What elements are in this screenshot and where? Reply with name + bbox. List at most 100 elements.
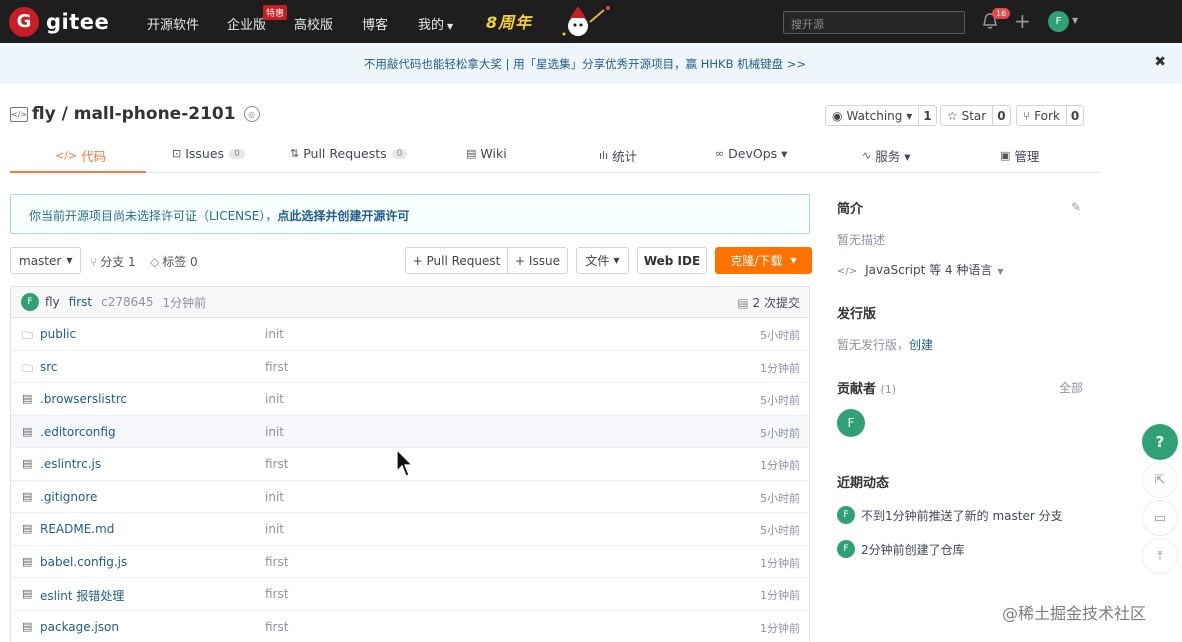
nav-university[interactable]: 高校版: [294, 14, 333, 33]
close-icon[interactable]: ✖: [1154, 54, 1166, 70]
languages-dropdown[interactable]: </> JavaScript 等 4 种语言 ▼: [837, 261, 1004, 278]
new-issue-button[interactable]: + Issue: [507, 247, 568, 274]
tab-code[interactable]: </> 代码: [55, 146, 106, 165]
file-name[interactable]: .browserslistrc: [40, 392, 127, 406]
nav-enterprise[interactable]: 企业版: [227, 14, 266, 33]
tags-count: 标签 0: [162, 255, 198, 269]
releases-row: 暂无发行版，创建: [837, 336, 933, 353]
file-menu-button[interactable]: 文件 ▼: [576, 247, 629, 274]
tab-devops[interactable]: ∞ DevOps ▾: [715, 146, 787, 161]
tab-services[interactable]: ∿ 服务 ▾: [862, 146, 910, 165]
clone-download-button[interactable]: 克隆/下载 ▼: [715, 247, 812, 274]
chart-icon: ılı: [599, 149, 609, 162]
file-commit-msg[interactable]: init: [265, 392, 284, 406]
branches-link[interactable]: ⑂ 分支 1: [90, 253, 136, 270]
file-row[interactable]: ▤ .gitignore init 5小时前: [10, 480, 810, 513]
branch-select[interactable]: master ▼: [10, 247, 82, 274]
commit-author[interactable]: fly: [45, 295, 60, 309]
file-commit-msg[interactable]: init: [265, 490, 284, 504]
edit-icon[interactable]: ✎: [1071, 200, 1081, 214]
file-row[interactable]: 🗀 public init 5小时前: [10, 318, 810, 351]
file-name[interactable]: babel.config.js: [40, 555, 127, 569]
file-commit-msg[interactable]: init: [265, 425, 284, 439]
new-pull-request-button[interactable]: + Pull Request: [405, 247, 508, 274]
tab-stats[interactable]: ılı 统计: [599, 146, 637, 165]
commit-message[interactable]: first: [69, 295, 92, 309]
star-count[interactable]: 0: [993, 106, 1009, 125]
file-commit-msg[interactable]: first: [265, 587, 288, 601]
anniversary-banner[interactable]: 8周年: [486, 9, 532, 33]
back-to-top-icon[interactable]: ⤒: [1142, 538, 1178, 574]
file-name[interactable]: src: [40, 360, 58, 374]
share-icon[interactable]: ⇱: [1142, 462, 1178, 498]
star-button[interactable]: ☆ Star 0: [940, 105, 1011, 126]
file-name[interactable]: README.md: [40, 522, 114, 536]
file-commit-msg[interactable]: first: [265, 620, 288, 634]
tab-issues[interactable]: ⊡ Issues 0: [172, 146, 245, 161]
file-commit-msg[interactable]: init: [265, 327, 284, 341]
activity-avatar[interactable]: F: [837, 506, 855, 524]
file-name[interactable]: .editorconfig: [40, 425, 116, 439]
file-time: 5小时前: [760, 329, 800, 342]
fork-count[interactable]: 0: [1067, 106, 1083, 125]
tags-link[interactable]: ◇ 标签 0: [150, 253, 198, 270]
tab-manage[interactable]: ▣ 管理: [1000, 146, 1039, 165]
nav-mine-label: 我的: [418, 18, 445, 33]
commit-author-avatar[interactable]: F: [21, 293, 39, 311]
comment-icon[interactable]: ▭: [1142, 500, 1178, 536]
file-name[interactable]: .gitignore: [40, 490, 97, 504]
pulse-icon: ∿: [862, 149, 872, 162]
plus-icon[interactable]: +: [1014, 9, 1031, 33]
badge-icon[interactable]: ◎: [243, 106, 260, 122]
file-name[interactable]: package.json: [40, 620, 119, 634]
file-name[interactable]: .eslintrc.js: [40, 457, 101, 471]
file-row[interactable]: ▤ babel.config.js first 1分钟前: [10, 545, 810, 578]
file-commit-msg[interactable]: init: [265, 522, 284, 536]
repo-name[interactable]: fly / mall-phone-2101: [32, 104, 236, 124]
activity-avatar[interactable]: F: [837, 540, 855, 558]
chevron-down-icon: ▼: [790, 256, 797, 265]
file-commit-msg[interactable]: first: [265, 457, 288, 471]
commit-count-link[interactable]: ▤ 2 次提交: [737, 294, 800, 311]
contributor-avatar[interactable]: F: [837, 409, 865, 437]
repo-title: </> fly / mall-phone-2101 ◎: [10, 104, 260, 124]
tab-pull-requests[interactable]: ⇅ Pull Requests 0: [290, 146, 408, 161]
create-release-link[interactable]: 创建: [909, 338, 933, 352]
chevron-down-icon: ▼: [66, 256, 73, 265]
file-list: 🗀 public init 5小时前 🗀 src first 1分钟前 ▤ .browsers…: [10, 318, 810, 642]
file-menu-label: 文件: [585, 254, 610, 268]
logo-badge: G: [9, 6, 39, 37]
fork-button[interactable]: ⑂ Fork 0: [1016, 105, 1085, 126]
nav-mine[interactable]: 我的 ▼: [418, 14, 453, 33]
tab-wiki[interactable]: ▤ Wiki: [466, 146, 507, 161]
chevron-down-icon: ▼: [997, 267, 1004, 276]
web-ide-button[interactable]: Web IDE: [637, 247, 707, 274]
nav-blog[interactable]: 博客: [362, 14, 388, 33]
user-avatar[interactable]: F: [1048, 11, 1069, 32]
file-commit-msg[interactable]: first: [265, 360, 288, 374]
contributors-all-link[interactable]: 全部: [1059, 379, 1083, 396]
watch-button[interactable]: ◉ Watching ▾ 1: [825, 105, 937, 126]
file-row[interactable]: ▤ .browserslistrc init 5小时前: [10, 383, 810, 416]
watch-count[interactable]: 1: [919, 106, 935, 125]
gitee-logo[interactable]: G gitee: [9, 6, 109, 37]
search-input[interactable]: 搜开源: [783, 11, 965, 34]
tag-icon: ◇: [150, 255, 160, 269]
commit-hash[interactable]: c278645: [101, 295, 153, 309]
issues-count: 0: [229, 148, 245, 159]
create-license-link[interactable]: 点此选择并创建开源许可: [277, 209, 409, 223]
file-row[interactable]: ▤ .editorconfig init 5小时前: [10, 415, 810, 448]
promo-text[interactable]: 不用敲代码也能轻松拿大奖 | 用「星选集」分享优秀开源项目，赢 HHKB 机械键…: [364, 56, 806, 72]
help-button[interactable]: ?: [1142, 424, 1178, 460]
file-row[interactable]: ▤ README.md init 5小时前: [10, 513, 810, 546]
chevron-down-icon[interactable]: ▼: [1072, 16, 1078, 25]
eye-icon: ◉: [832, 108, 843, 123]
file-time: 1分钟前: [760, 589, 800, 602]
file-commit-msg[interactable]: first: [265, 555, 288, 569]
nav-open-source[interactable]: 开源软件: [147, 14, 199, 33]
file-row[interactable]: ▤ package.json first 1分钟前: [10, 610, 810, 642]
file-row[interactable]: ▤ eslint 报错处理 first 1分钟前: [10, 578, 810, 611]
file-name[interactable]: public: [40, 327, 76, 341]
file-name[interactable]: eslint 报错处理: [40, 587, 124, 604]
file-row[interactable]: 🗀 src first 1分钟前: [10, 350, 810, 383]
